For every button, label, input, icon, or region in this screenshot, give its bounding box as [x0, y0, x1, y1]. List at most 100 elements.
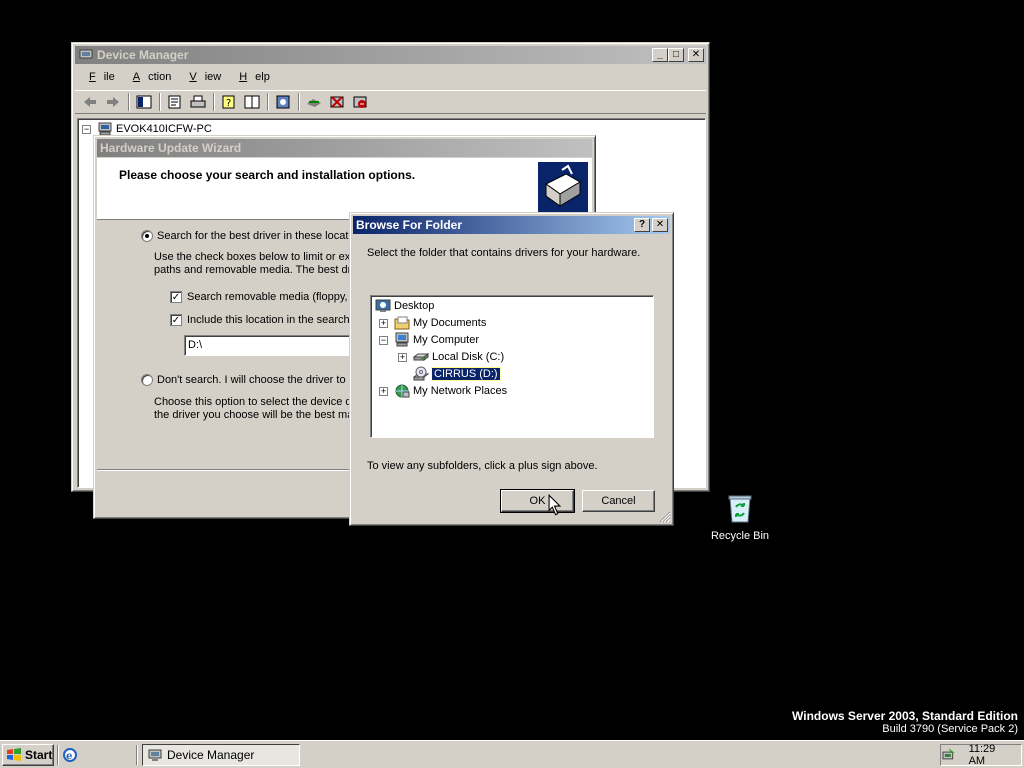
tree-label-selected: CIRRUS (D:) — [431, 367, 501, 381]
print-icon[interactable] — [189, 94, 207, 110]
resize-grip-icon[interactable] — [659, 511, 671, 523]
recycle-bin-label: Recycle Bin — [710, 530, 770, 542]
menu-file[interactable]: File — [84, 71, 115, 83]
dont-search-description-2: the driver you choose will be the best m… — [154, 409, 357, 421]
recycle-bin-icon — [728, 495, 752, 523]
help-button[interactable]: ? — [634, 218, 650, 232]
task-device-manager[interactable]: Device Manager — [142, 744, 300, 766]
forward-arrow-icon[interactable] — [104, 94, 122, 110]
device-manager-titlebar[interactable]: Device Manager _ □ ✕ — [75, 46, 706, 64]
include-location-checkbox[interactable]: ✓ — [170, 314, 182, 326]
cancel-button[interactable]: Cancel — [582, 490, 655, 512]
expand-icon[interactable]: + — [379, 386, 388, 396]
search-best-driver-radio[interactable] — [141, 230, 153, 242]
update-driver-icon[interactable] — [305, 94, 323, 110]
watermark-build: Build 3790 (Service Pack 2) — [882, 723, 1018, 735]
collapse-icon[interactable]: − — [82, 124, 91, 134]
show-hide-tree-icon[interactable] — [135, 94, 153, 110]
collapse-icon[interactable]: − — [379, 335, 388, 345]
dont-search-radio[interactable] — [141, 374, 153, 386]
browse-hint: To view any subfolders, click a plus sig… — [367, 460, 598, 472]
toolbar-separator — [298, 93, 300, 111]
cd-drive-icon — [413, 366, 429, 381]
toolbar-separator — [213, 93, 215, 111]
menu-bar: File Action View Help — [75, 67, 706, 87]
svg-text:?: ? — [226, 98, 231, 109]
os-watermark: Windows Server 2003, Standard Edition Bu… — [792, 709, 1018, 735]
close-button[interactable]: ✕ — [652, 218, 668, 232]
browse-titlebar[interactable]: Browse For Folder ? ✕ — [353, 216, 670, 234]
close-button[interactable]: ✕ — [688, 48, 704, 62]
folder-icon — [394, 316, 410, 330]
menu-action[interactable]: Action — [128, 71, 172, 83]
recycle-bin[interactable]: Recycle Bin — [706, 492, 774, 548]
minimize-button[interactable]: _ — [652, 48, 668, 62]
safely-remove-hardware-icon[interactable] — [941, 747, 957, 763]
desktop-icon — [375, 299, 391, 312]
taskbar: Start e Device Manager 11:29 AM — [0, 740, 1024, 768]
help-icon[interactable]: ? — [220, 94, 238, 110]
start-label: Start — [25, 748, 53, 762]
wizard-header-text: Please choose your search and installati… — [119, 168, 416, 182]
wizard-titlebar[interactable]: Hardware Update Wizard — [97, 139, 592, 157]
location-input[interactable]: D:\ — [184, 335, 354, 356]
search-best-driver-label[interactable]: Search for the best driver in these loca… — [157, 230, 357, 242]
search-removable-label[interactable]: Search removable media (floppy, C — [187, 291, 359, 303]
wizard-title: Hardware Update Wizard — [100, 141, 242, 155]
hardware-wizard-icon — [538, 162, 588, 212]
search-removable-checkbox[interactable]: ✓ — [170, 291, 182, 303]
tree-item-my-documents[interactable]: + My Documents — [379, 315, 486, 331]
expand-icon[interactable]: + — [379, 318, 388, 328]
device-manager-title: Device Manager — [97, 48, 189, 62]
toolbar: ? — [75, 90, 706, 114]
search-description-2: paths and removable media. The best driv — [154, 264, 360, 276]
tree-item-desktop[interactable]: Desktop — [375, 298, 434, 314]
taskbar-separator — [136, 745, 138, 765]
start-button[interactable]: Start — [2, 744, 54, 766]
menu-view[interactable]: View — [184, 71, 221, 83]
maximize-button[interactable]: □ — [668, 48, 684, 62]
browse-title: Browse For Folder — [356, 218, 463, 232]
uninstall-device-icon[interactable] — [351, 94, 369, 110]
quick-launch-separator — [57, 745, 59, 765]
system-tray: 11:29 AM — [940, 743, 1022, 767]
network-icon — [395, 384, 410, 398]
toolbar-separator — [267, 93, 269, 111]
toolbar-separator — [128, 93, 130, 111]
menu-help[interactable]: Help — [234, 71, 270, 83]
watermark-edition: Windows Server 2003, Standard Edition — [792, 709, 1018, 723]
folder-tree[interactable]: Desktop + My Documents − My Computer + L… — [370, 295, 654, 438]
hard-drive-icon — [413, 353, 429, 361]
tree-label: My Computer — [413, 334, 480, 346]
wizard-header: Please choose your search and installati… — [97, 158, 592, 220]
scan-hardware-icon[interactable] — [274, 94, 292, 110]
tree-label: My Network Places — [413, 385, 508, 397]
device-manager-icon — [79, 49, 93, 61]
windows-logo-icon — [7, 748, 21, 761]
device-manager-icon — [148, 749, 162, 761]
include-location-label[interactable]: Include this location in the search: — [187, 314, 353, 326]
computer-icon — [395, 332, 409, 347]
tree-label: Local Disk (C:) — [432, 351, 505, 363]
mouse-cursor-icon — [548, 494, 561, 516]
back-arrow-icon[interactable] — [81, 94, 99, 110]
tree-root-label: EVOK410ICFW-PC — [116, 123, 212, 135]
search-description-1: Use the check boxes below to limit or ex… — [154, 251, 357, 263]
tree-item-local-disk-c[interactable]: + Local Disk (C:) — [398, 349, 504, 365]
tree-label: Desktop — [394, 300, 435, 312]
disable-device-icon[interactable] — [328, 94, 346, 110]
browse-for-folder-dialog[interactable]: Browse For Folder ? ✕ Select the folder … — [349, 212, 674, 526]
expand-icon[interactable]: + — [398, 352, 407, 362]
toolbar-separator — [159, 93, 161, 111]
dont-search-label[interactable]: Don't search. I will choose the driver t… — [157, 374, 357, 386]
browse-instruction: Select the folder that contains drivers … — [367, 247, 641, 259]
internet-explorer-icon[interactable]: e — [62, 747, 78, 763]
tree-item-my-network-places[interactable]: + My Network Places — [379, 383, 507, 399]
properties-icon[interactable] — [166, 94, 184, 110]
clock[interactable]: 11:29 AM — [969, 743, 1013, 767]
view-icon[interactable] — [243, 94, 261, 110]
svg-text:e: e — [66, 751, 72, 762]
ok-button[interactable]: OK — [500, 489, 575, 513]
tree-item-my-computer[interactable]: − My Computer — [379, 332, 479, 348]
tree-item-cirrus-d[interactable]: CIRRUS (D:) — [413, 366, 501, 382]
